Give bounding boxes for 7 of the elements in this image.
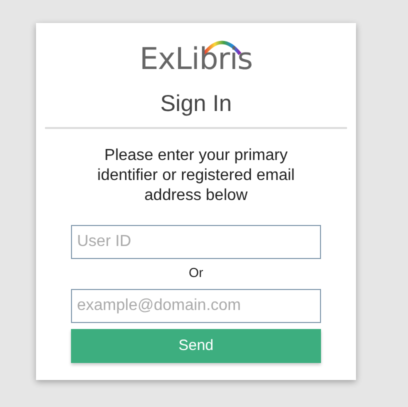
or-separator: Or	[188, 265, 204, 281]
logo-text: ExLibris	[139, 45, 253, 75]
send-button[interactable]: Send	[71, 329, 321, 363]
email-field[interactable]: example@domain.com	[71, 289, 321, 323]
sign-in-title: Sign In	[160, 89, 232, 117]
instructions-text: Please enter your primary identifier or registered email address below	[96, 146, 296, 206]
user-id-field[interactable]: User ID	[71, 225, 321, 259]
